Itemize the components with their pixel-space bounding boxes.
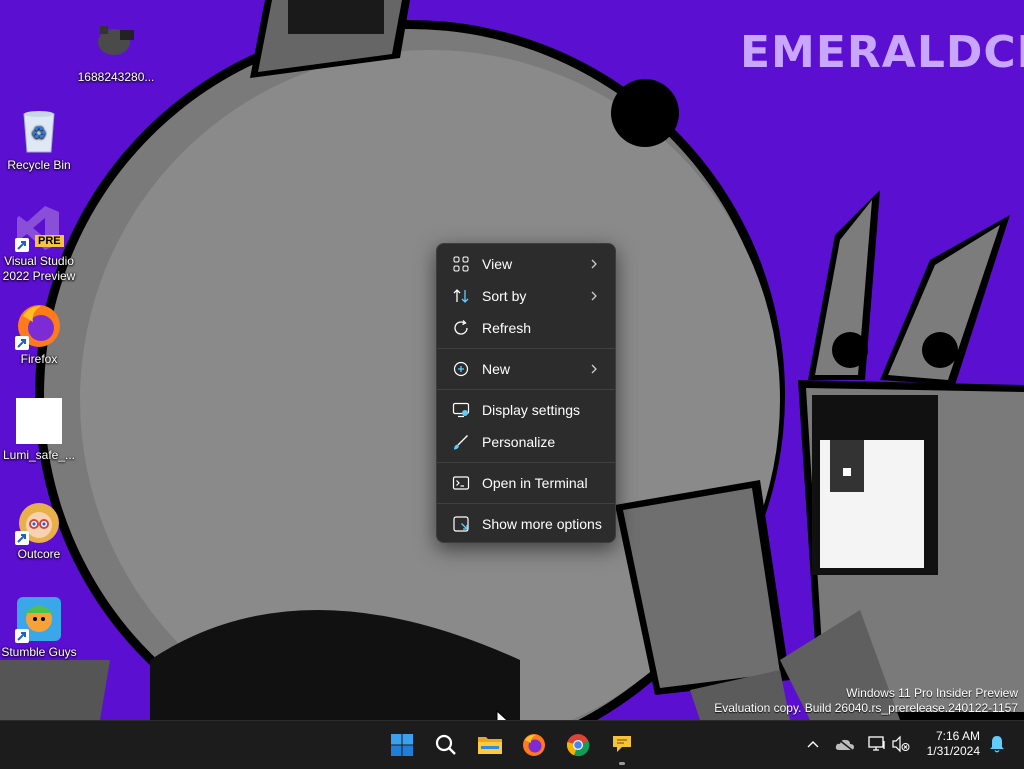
new-plus-icon [453, 361, 469, 377]
desktop-icon-recycle-bin[interactable]: ♻ Recycle Bin [0, 108, 78, 172]
desktop-icon-label: Lumi_safe_... [2, 448, 76, 462]
desktop-context-menu: View Sort by Refresh New Display setting… [436, 243, 616, 543]
onedrive-icon [835, 738, 854, 751]
svg-text:♻: ♻ [31, 123, 47, 144]
more-options-icon [453, 516, 469, 532]
visual-studio-icon: PRE [15, 204, 64, 252]
desktop-icon-firefox[interactable]: Firefox [0, 302, 78, 366]
menu-separator [437, 348, 615, 349]
blank-file-icon [15, 398, 63, 446]
desktop-icon-label: Visual Studio 2022 Preview [2, 254, 76, 283]
chrome-taskbar-button[interactable] [562, 729, 594, 761]
image-file-icon [92, 20, 140, 68]
refresh-icon [454, 320, 468, 335]
desktop-icon-outcore[interactable]: Outcore [0, 497, 78, 561]
desktop-icon-label: Outcore [17, 547, 61, 561]
feedback-hub-taskbar-button[interactable] [606, 729, 638, 765]
menu-item-label: Personalize [482, 434, 556, 450]
menu-item-display-settings[interactable]: Display settings [441, 395, 611, 425]
notifications-button[interactable] [986, 733, 1008, 755]
menu-item-label: Refresh [482, 320, 532, 336]
terminal-icon [452, 476, 470, 490]
shortcut-arrow-icon [15, 336, 29, 350]
recycle-bin-icon: ♻ [15, 108, 63, 156]
network-tray-button[interactable] [866, 733, 888, 755]
feedback-hub-icon [613, 736, 631, 752]
running-indicator [619, 762, 625, 765]
clock-date: 1/31/2024 [926, 744, 980, 758]
firefox-icon [15, 302, 63, 350]
shortcut-arrow-icon [15, 238, 29, 252]
desktop-icon-label: Stumble Guys [1, 645, 77, 659]
menu-separator [437, 503, 615, 504]
display-settings-icon [452, 402, 470, 418]
menu-item-label: Show more options [482, 516, 602, 532]
firefox-taskbar-button[interactable] [518, 729, 550, 761]
view-grid-icon [453, 256, 469, 272]
outcore-game-icon [15, 497, 63, 545]
search-icon [435, 734, 456, 755]
desktop-icon-lumi-safe[interactable]: Lumi_safe_... [0, 398, 78, 462]
start-button[interactable] [386, 729, 418, 761]
watermark-line-2: Evaluation copy. Build 26040.rs_prerelea… [714, 701, 1018, 715]
menu-item-label: View [482, 256, 513, 272]
chevron-right-icon [591, 364, 597, 374]
file-explorer-button[interactable] [474, 729, 506, 761]
search-button[interactable] [430, 729, 462, 761]
personalize-brush-icon [453, 435, 468, 450]
menu-item-label: Open in Terminal [482, 475, 588, 491]
menu-separator [437, 389, 615, 390]
desktop-icon-label: Recycle Bin [7, 158, 71, 172]
watermark-line-1: Windows 11 Pro Insider Preview [846, 686, 1018, 700]
chevron-right-icon [591, 291, 597, 301]
chevron-up-icon [807, 741, 819, 748]
menu-item-open-in-terminal[interactable]: Open in Terminal [441, 468, 611, 498]
menu-item-personalize[interactable]: Personalize [441, 427, 611, 457]
shortcut-arrow-icon [15, 531, 29, 545]
svg-text:EMERALDCRAFTS: EMERALDCRAFTS [740, 27, 1024, 78]
show-hidden-icons-button[interactable] [802, 733, 824, 755]
desktop-icon-stumble-guys[interactable]: Stumble Guys [0, 595, 78, 659]
wallpaper-brand-text: EMERALDCRAFTS [740, 27, 1024, 78]
firefox-icon [523, 734, 545, 756]
desktop-icon-image-file[interactable]: 1688243280... [77, 20, 155, 84]
onedrive-tray-button[interactable] [834, 733, 856, 755]
menu-item-show-more-options[interactable]: Show more options [441, 509, 611, 539]
menu-item-label: New [482, 361, 511, 377]
file-explorer-icon [478, 737, 502, 754]
desktop-icon-label: Firefox [20, 352, 58, 366]
start-icon [391, 734, 413, 756]
taskbar: 7:16 AM 1/31/2024 [0, 720, 1024, 769]
menu-item-sort-by[interactable]: Sort by [441, 281, 611, 311]
menu-item-label: Sort by [482, 288, 527, 304]
desktop-icon-label: 1688243280... [77, 70, 155, 84]
notification-bell-icon [990, 736, 1004, 753]
menu-separator [437, 462, 615, 463]
stumble-guys-icon [15, 595, 63, 643]
menu-item-refresh[interactable]: Refresh [441, 313, 611, 343]
sort-icon [453, 289, 469, 303]
clock-time: 7:16 AM [935, 729, 980, 743]
volume-muted-icon [892, 735, 910, 753]
network-icon [868, 736, 885, 751]
menu-item-view[interactable]: View [441, 249, 611, 279]
clock-button[interactable]: 7:16 AM 1/31/2024 [927, 729, 980, 759]
desktop-icon-visual-studio[interactable]: PRE Visual Studio 2022 Preview [0, 204, 78, 284]
chevron-right-icon [591, 259, 597, 269]
preview-badge: PRE [35, 235, 64, 247]
chrome-icon [566, 734, 590, 757]
menu-item-new[interactable]: New [441, 354, 611, 384]
shortcut-arrow-icon [15, 629, 29, 643]
volume-tray-button[interactable] [890, 733, 912, 755]
menu-item-label: Display settings [482, 402, 581, 418]
